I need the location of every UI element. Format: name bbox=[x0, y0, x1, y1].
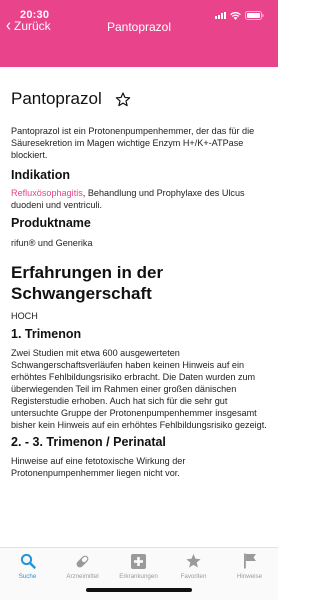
drug-title-row: Pantoprazol bbox=[11, 88, 267, 110]
pregnancy-experience-level: HOCH bbox=[11, 311, 38, 321]
trimenon-2-3-text: Hinweise auf eine fetotoxische Wirkung d… bbox=[11, 456, 186, 478]
produktname-heading: Produktname bbox=[11, 216, 91, 230]
tab-label: Erkrankungen bbox=[119, 573, 158, 580]
tab-label: Arzneimittel bbox=[66, 573, 99, 580]
tab-hinweise[interactable]: Hinweise bbox=[222, 552, 277, 580]
pregnancy-title: Erfahrungen in der Schwangerschaft bbox=[11, 263, 164, 303]
tab-suche[interactable]: Suche bbox=[0, 552, 55, 580]
tab-label: Hinweise bbox=[236, 573, 263, 580]
navigation-bar: ‹ Zurück Pantoprazol bbox=[0, 16, 278, 38]
drug-description: Pantoprazol ist ein Protonenpumpenhemmer… bbox=[11, 126, 255, 160]
home-indicator bbox=[86, 588, 192, 592]
tab-label: Favoriten bbox=[180, 573, 207, 580]
trimenon-1-text: Zwei Studien mit etwa 600 ausgewerteten … bbox=[11, 348, 267, 430]
tab-bar: Suche Arzneimittel Erkrankungen Favorite… bbox=[0, 547, 278, 600]
trimenon-1-heading: 1. Trimenon bbox=[11, 327, 82, 341]
tab-arzneimittel[interactable]: Arzneimittel bbox=[55, 552, 110, 580]
produktname-text: rifun® und Generika bbox=[11, 238, 93, 248]
pill-icon bbox=[55, 552, 110, 570]
indikation-link[interactable]: Refluxösophagitis bbox=[11, 188, 83, 198]
drug-title: Pantoprazol bbox=[11, 89, 102, 108]
nav-title: Pantoprazol bbox=[106, 20, 172, 34]
trimenon-2-3-heading: 2. - 3. Trimenon / Perinatal bbox=[11, 435, 166, 449]
tab-favoriten[interactable]: Favoriten bbox=[166, 552, 221, 580]
favorite-star-icon[interactable] bbox=[115, 91, 131, 107]
star-icon bbox=[166, 552, 221, 570]
drug-detail-content[interactable]: Pantoprazol Pantoprazol ist ein Protonen… bbox=[0, 67, 278, 547]
medical-cross-icon bbox=[111, 552, 166, 570]
app-header: 20:30 ‹ Zurück Pantoprazol bbox=[0, 0, 278, 67]
tab-erkrankungen[interactable]: Erkrankungen bbox=[111, 552, 166, 580]
indikation-heading: Indikation bbox=[11, 168, 71, 182]
flag-icon bbox=[222, 552, 277, 570]
tab-label: Suche bbox=[18, 573, 37, 580]
search-icon bbox=[0, 552, 55, 570]
indikation-text: Refluxösophagitis, Behandlung und Prophy… bbox=[11, 187, 267, 211]
